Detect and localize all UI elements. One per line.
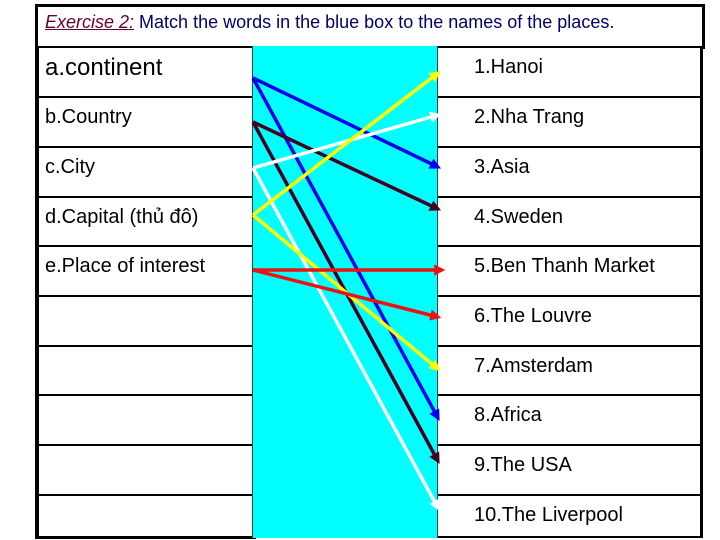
word-row [39, 295, 256, 345]
place-row: 6.The Louvre [438, 295, 700, 345]
place-item-text: 4.Sweden [474, 206, 563, 228]
place-item-text: 7.Amsterdam [474, 355, 593, 377]
word-list-table: a.continent b.Country c.City d.Capital (thủ… [35, 46, 256, 539]
word-row: b.Country [39, 96, 256, 146]
word-item-text: e.Place of interest [45, 255, 206, 277]
exercise-header: Exercise 2: Match the words in the blue … [35, 4, 705, 49]
exercise-instruction: Match the words in the blue box to the n… [134, 12, 615, 32]
place-item-text: 3.Asia [474, 156, 530, 178]
word-row: d.Capital (thủ đô) [39, 196, 256, 245]
word-item-text: c.City [45, 156, 95, 178]
place-row: 4.Sweden [438, 196, 700, 245]
place-row: 5.Ben Thanh Market [438, 245, 700, 295]
word-item-text: b.Country [45, 106, 132, 128]
place-row: 10.The Liverpool [438, 494, 700, 536]
place-row: 1.Hanoi [438, 46, 700, 96]
word-item-text: d.Capital (thủ đô) [45, 206, 199, 228]
place-item-text: 10.The Liverpool [474, 504, 623, 526]
exercise-number-label: Exercise 2: [45, 12, 135, 32]
places-list-table: 1.Hanoi 2.Nha Trang 3.Asia 4.Sweden 5.Ben Th… [438, 46, 703, 538]
word-row [39, 345, 256, 394]
place-item-text: 1.Hanoi [474, 56, 543, 78]
word-row: e.Place of interest [39, 245, 256, 295]
word-row: a.continent [39, 46, 256, 96]
place-row: 3.Asia [438, 146, 700, 196]
place-row: 2.Nha Trang [438, 96, 700, 146]
word-row [39, 394, 256, 444]
place-item-text: 9.The USA [474, 454, 572, 476]
place-item-text: 5.Ben Thanh Market [474, 255, 655, 277]
word-row [39, 444, 256, 494]
exercise-title: Exercise 2: Match the words in the blue … [45, 12, 614, 33]
word-item-text: a.continent [45, 54, 163, 81]
place-item-text: 2.Nha Trang [474, 106, 585, 128]
place-row: 7.Amsterdam [438, 345, 700, 394]
place-row: 8.Africa [438, 394, 700, 444]
matching-box [252, 46, 438, 538]
word-row [39, 494, 256, 536]
place-item-text: 8.Africa [474, 404, 542, 426]
place-item-text: 6.The Louvre [474, 305, 592, 327]
word-row: c.City [39, 146, 256, 196]
place-row: 9.The USA [438, 444, 700, 494]
